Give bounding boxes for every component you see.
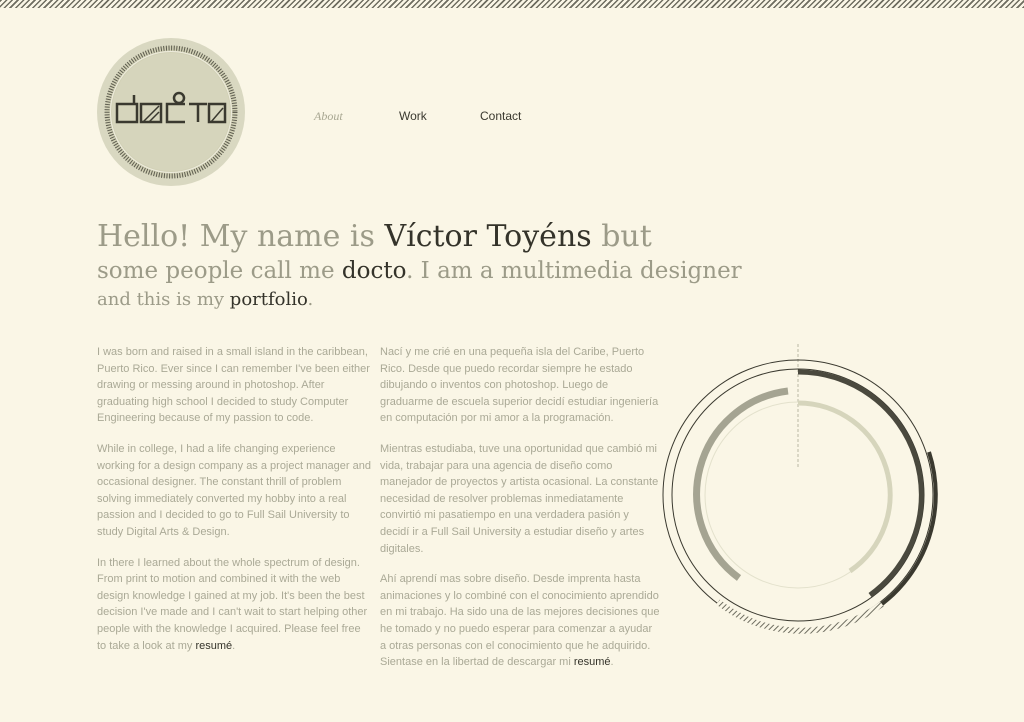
nav-work-link[interactable]: Work — [399, 109, 427, 123]
resume-link-es[interactable]: resumé — [574, 656, 611, 668]
portfolio-word: portfolio — [229, 289, 308, 310]
bio-paragraph: While in college, I had a life changing … — [97, 442, 371, 538]
bio-paragraph: In there I learned about the whole spect… — [97, 555, 372, 655]
bio-paragraph: Ahí aprendí mas sobre diseño. Desde impr… — [380, 571, 660, 671]
bio-english: I was born and raised in a small island … — [97, 344, 372, 668]
intro-headline: Hello! My name is Víctor Toyéns but some… — [97, 218, 742, 314]
bio-paragraph-text: . — [232, 639, 236, 652]
bio-paragraph-text: Ahí aprendí mas sobre diseño. Desde impr… — [380, 573, 660, 669]
resume-link[interactable]: resumé — [195, 640, 232, 652]
headline-text: some people call me — [97, 258, 342, 284]
nav-contact-link[interactable]: Contact — [480, 109, 521, 123]
bio-paragraph-text: In there I learned about the whole spect… — [97, 556, 368, 652]
bio-paragraph: I was born and raised in a small island … — [97, 346, 370, 425]
decorative-rings-graphic — [662, 344, 938, 634]
headline-text: but — [591, 219, 652, 254]
headline-text: and this is my — [97, 289, 230, 310]
headline-text: Hello! My name is — [97, 219, 385, 254]
headline-text: . — [307, 289, 314, 310]
top-stripe-border — [0, 0, 1024, 8]
author-nickname: docto — [341, 258, 407, 284]
author-name: Víctor Toyéns — [384, 219, 592, 254]
bio-paragraph-text: . — [610, 656, 614, 669]
headline-text: . I am a multimedia designer — [406, 258, 742, 284]
bio-paragraph: Nací y me crié en una pequeña isla del C… — [380, 346, 659, 425]
nav-about-link[interactable]: About — [314, 109, 343, 124]
bio-spanish: Nací y me crié en una pequeña isla del C… — [380, 344, 660, 685]
bio-paragraph: Mientras estudiaba, tuve una oportunidad… — [380, 442, 659, 555]
docto-logo[interactable] — [97, 38, 245, 186]
